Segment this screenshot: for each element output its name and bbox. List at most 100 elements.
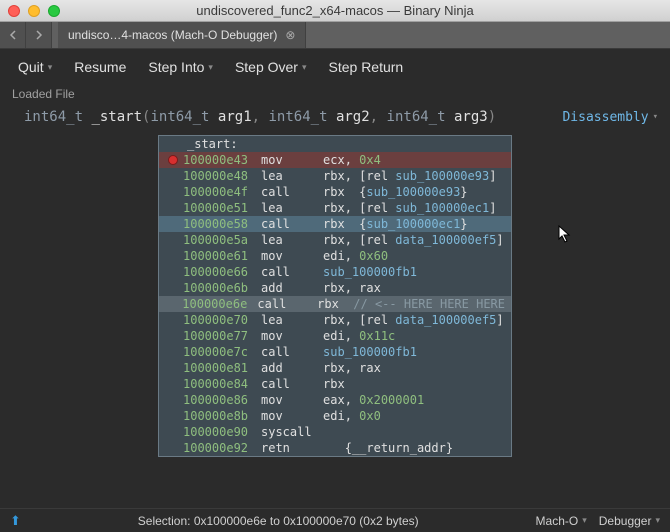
tab-label: undisco…4-macos (Mach-O Debugger): [68, 28, 277, 42]
mnemonic: syscall: [261, 424, 323, 440]
gutter[interactable]: [163, 296, 182, 312]
gutter[interactable]: [163, 168, 183, 184]
gutter[interactable]: [163, 376, 183, 392]
gutter[interactable]: [163, 248, 183, 264]
address: 100000e4f: [183, 184, 261, 200]
nav-forward-button[interactable]: [26, 22, 52, 48]
disasm-line[interactable]: 100000e84callrbx: [159, 376, 511, 392]
mnemonic: call: [257, 296, 317, 312]
gutter[interactable]: [163, 232, 183, 248]
disasm-line[interactable]: 100000e66callsub_100000fb1: [159, 264, 511, 280]
quit-button[interactable]: Quit▾: [12, 55, 58, 79]
status-right: Mach-O ▾ Debugger ▾: [536, 514, 660, 528]
filetype-dropdown[interactable]: Mach-O ▾: [536, 514, 587, 528]
step-into-label: Step Into: [148, 59, 204, 75]
param-type: int64_t: [269, 109, 328, 125]
debugger-toolbar: Quit▾ Resume Step Into ▾ Step Over▾ Step …: [0, 49, 670, 85]
operands: rbx {sub_100000e93}: [323, 184, 468, 200]
operands: rbx: [323, 376, 345, 392]
disasm-line[interactable]: 100000e77movedi, 0x11c: [159, 328, 511, 344]
gutter[interactable]: [163, 440, 183, 456]
operands: {__return_addr}: [323, 440, 453, 456]
disasm-line[interactable]: 100000e51learbx, [rel sub_100000ec1]: [159, 200, 511, 216]
step-into-button[interactable]: Step Into ▾: [142, 55, 219, 79]
mnemonic: call: [261, 216, 323, 232]
gutter[interactable]: [163, 360, 183, 376]
breakpoint-icon[interactable]: [168, 155, 178, 165]
mnemonic: add: [261, 280, 323, 296]
caret-down-icon: ▾: [582, 515, 587, 526]
mnemonic: mov: [261, 248, 323, 264]
disasm-line[interactable]: 100000e4fcallrbx {sub_100000e93}: [159, 184, 511, 200]
selection-status: Selection: 0x100000e6e to 0x100000e70 (0…: [35, 514, 522, 528]
param-name: arg2: [336, 109, 370, 125]
file-tab[interactable]: undisco…4-macos (Mach-O Debugger) ⊗: [58, 22, 306, 48]
mode-dropdown[interactable]: Debugger ▾: [599, 514, 660, 528]
gutter[interactable]: [163, 312, 183, 328]
mnemonic: mov: [261, 392, 323, 408]
disasm-line[interactable]: 100000e8bmovedi, 0x0: [159, 408, 511, 424]
gutter[interactable]: [163, 200, 183, 216]
address: 100000e77: [183, 328, 261, 344]
disasm-line[interactable]: 100000e48learbx, [rel sub_100000e93]: [159, 168, 511, 184]
gutter[interactable]: [163, 280, 183, 296]
close-tab-icon[interactable]: ⊗: [285, 28, 295, 42]
disasm-line[interactable]: 100000e86moveax, 0x2000001: [159, 392, 511, 408]
address: 100000e70: [183, 312, 261, 328]
gutter[interactable]: [163, 216, 183, 232]
mnemonic: lea: [261, 168, 323, 184]
up-arrow-icon[interactable]: ⬆: [10, 513, 21, 529]
mnemonic: mov: [261, 152, 323, 168]
window-title: undiscovered_func2_x64-macos — Binary Ni…: [0, 3, 670, 18]
step-return-button[interactable]: Step Return: [323, 55, 410, 79]
address: 100000e66: [183, 264, 261, 280]
gutter[interactable]: [163, 184, 183, 200]
close-window-button[interactable]: [8, 5, 20, 17]
disassembly-panel[interactable]: _start:100000e43movecx, 0x4100000e48lear…: [158, 135, 512, 457]
nav-back-button[interactable]: [0, 22, 26, 48]
address: 100000e7c: [183, 344, 261, 360]
disasm-line[interactable]: 100000e6baddrbx, rax: [159, 280, 511, 296]
window-titlebar: undiscovered_func2_x64-macos — Binary Ni…: [0, 0, 670, 22]
param-name: arg1: [218, 109, 252, 125]
disasm-line[interactable]: 100000e90syscall: [159, 424, 511, 440]
operands: rbx {sub_100000ec1}: [323, 216, 468, 232]
disasm-line[interactable]: 100000e70learbx, [rel data_100000ef5]: [159, 312, 511, 328]
gutter[interactable]: [163, 408, 183, 424]
step-return-label: Step Return: [329, 59, 404, 75]
gutter[interactable]: [163, 264, 183, 280]
address: 100000e84: [183, 376, 261, 392]
disasm-line[interactable]: 100000e5alearbx, [rel data_100000ef5]: [159, 232, 511, 248]
step-over-button[interactable]: Step Over▾: [229, 55, 313, 79]
gutter[interactable]: [163, 424, 183, 440]
zoom-window-button[interactable]: [48, 5, 60, 17]
address: 100000e90: [183, 424, 261, 440]
address: 100000e58: [183, 216, 261, 232]
function-name: _start: [91, 109, 142, 125]
operands: rbx, rax: [323, 280, 381, 296]
gutter[interactable]: [163, 328, 183, 344]
caret-down-icon: ▾: [655, 515, 660, 526]
caret-down-icon: ▾: [208, 62, 213, 73]
operands: rbx, [rel sub_100000e93]: [323, 168, 496, 184]
view-mode-dropdown[interactable]: Disassembly ▾: [562, 110, 658, 125]
gutter[interactable]: [163, 392, 183, 408]
address: 100000e51: [183, 200, 261, 216]
disasm-line[interactable]: 100000e92retn {__return_addr}: [159, 440, 511, 456]
disasm-line[interactable]: 100000e43movecx, 0x4: [159, 152, 511, 168]
address: 100000e92: [183, 440, 261, 456]
disasm-line[interactable]: 100000e61movedi, 0x60: [159, 248, 511, 264]
operands: edi, 0x11c: [323, 328, 395, 344]
chevron-right-icon: [35, 30, 43, 40]
mnemonic: add: [261, 360, 323, 376]
disasm-line[interactable]: 100000e81addrbx, rax: [159, 360, 511, 376]
function-signature: int64_t _start(int64_t arg1, int64_t arg…: [24, 109, 496, 125]
disasm-line[interactable]: 100000e7ccallsub_100000fb1: [159, 344, 511, 360]
gutter[interactable]: [163, 344, 183, 360]
resume-button[interactable]: Resume: [68, 55, 132, 79]
gutter[interactable]: [163, 152, 183, 168]
disasm-line[interactable]: 100000e6ecallrbx // <-- HERE HERE HERE: [159, 296, 511, 312]
disasm-line[interactable]: 100000e58callrbx {sub_100000ec1}: [159, 216, 511, 232]
minimize-window-button[interactable]: [28, 5, 40, 17]
navigation-bar: undisco…4-macos (Mach-O Debugger) ⊗: [0, 22, 670, 49]
